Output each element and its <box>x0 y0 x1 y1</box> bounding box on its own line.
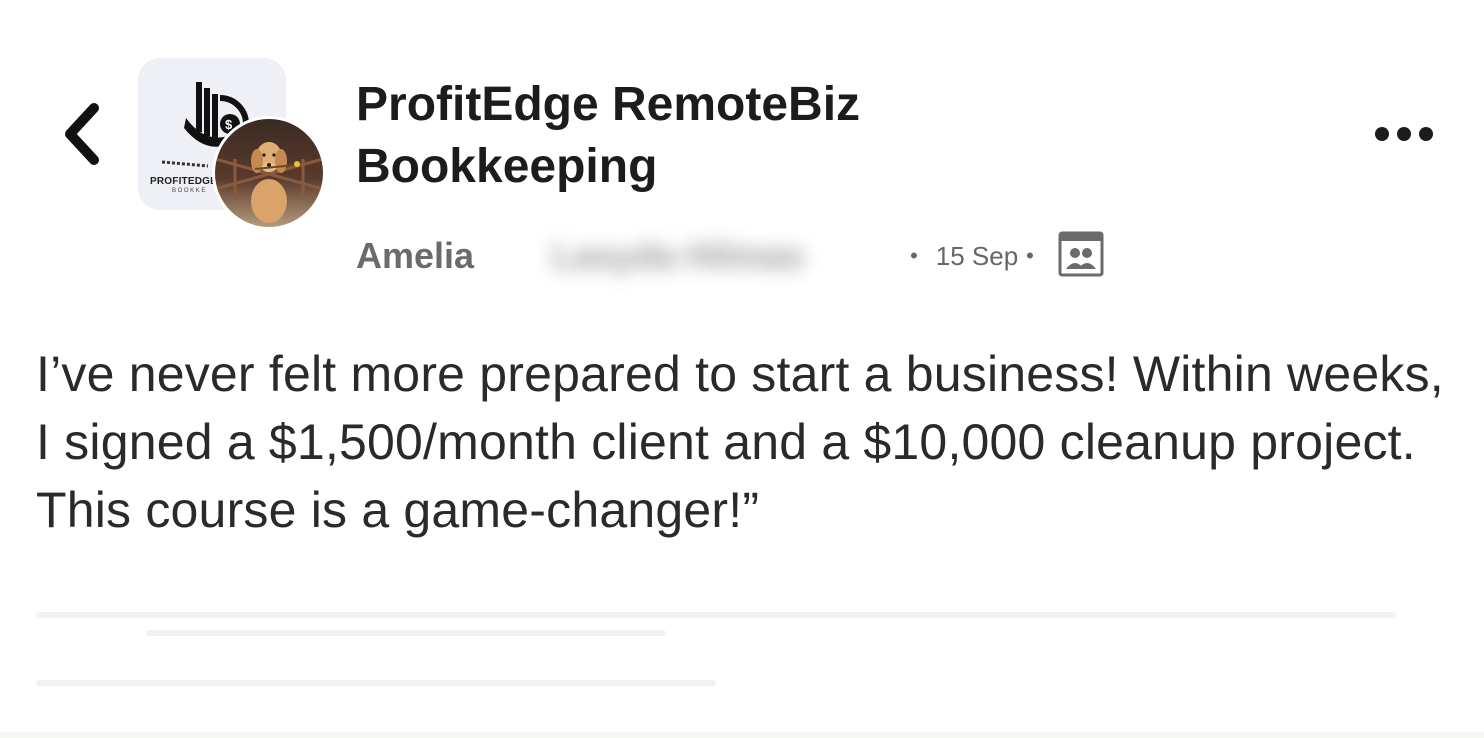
group-logo-subtext: BOOKKE <box>172 188 207 194</box>
more-horizontal-icon <box>1375 127 1389 141</box>
group-name[interactable]: ProfitEdge RemoteBiz Bookkeeping <box>356 74 996 198</box>
chevron-left-icon <box>65 103 99 165</box>
separator-dot: • <box>1026 243 1034 268</box>
post-date[interactable]: 15 Sep <box>936 241 1018 272</box>
post-meta: Amelia Lasyda Hilmas • 15 Sep • <box>356 226 1256 286</box>
group-audience-icon <box>1058 231 1104 276</box>
group-logo-text: PROFITEDGE <box>150 176 218 187</box>
author-blurred-name: Lasyda Hilmas <box>552 235 805 276</box>
audience-button[interactable] <box>1058 231 1104 282</box>
user-avatar[interactable] <box>212 116 326 230</box>
back-button[interactable] <box>52 96 112 172</box>
post-body: I’ve never felt more prepared to start a… <box>36 346 1444 538</box>
author-name[interactable]: Amelia <box>356 235 474 277</box>
faded-content <box>36 600 1436 710</box>
more-options-button[interactable] <box>1364 116 1444 152</box>
bottom-divider <box>0 732 1484 738</box>
separator-dot: • <box>910 243 918 268</box>
dog-photo <box>215 119 323 227</box>
post-page: $ PROFITEDGE BOOKKE ProfitEdge RemoteBiz… <box>0 0 1484 738</box>
